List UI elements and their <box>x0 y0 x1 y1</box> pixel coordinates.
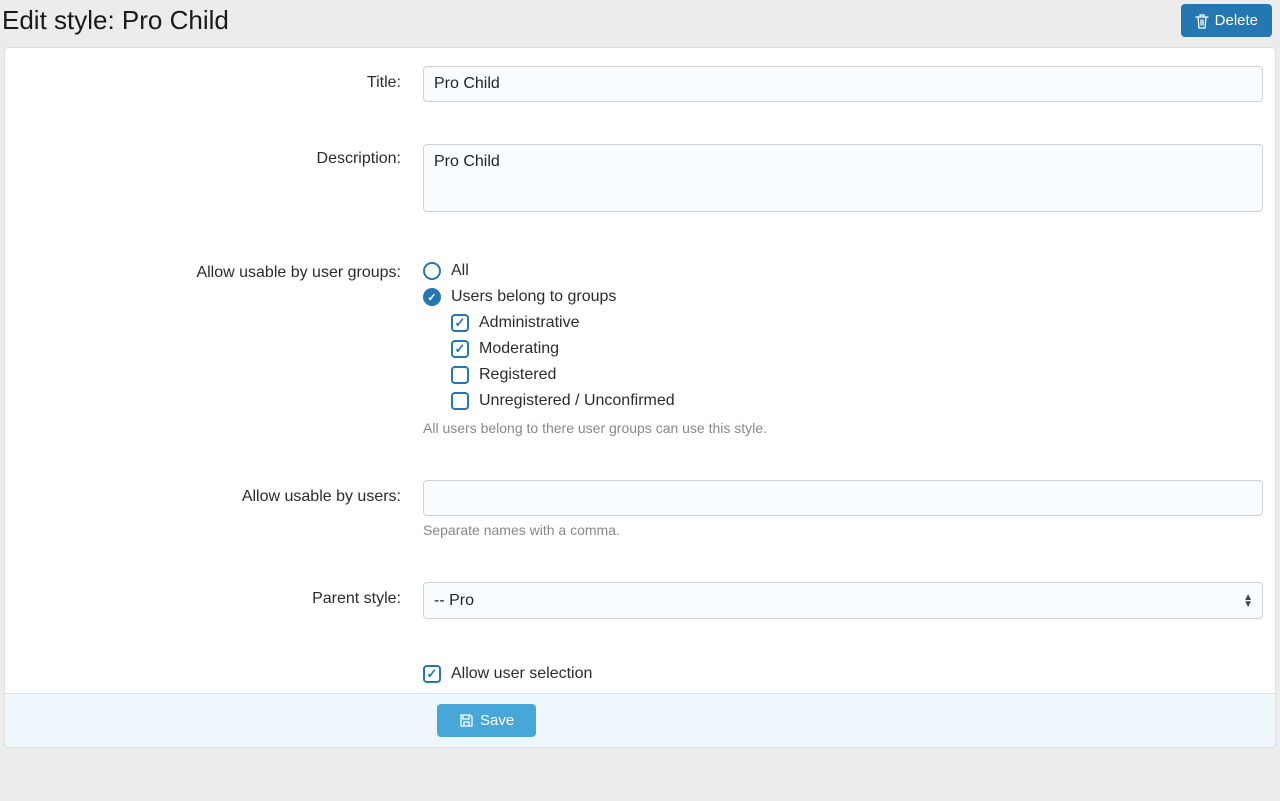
checkbox-moderating-label: Moderating <box>479 340 559 358</box>
radio-unchecked-icon <box>423 262 441 280</box>
radio-checked-icon <box>423 288 441 306</box>
checkbox-administrative[interactable]: Administrative <box>451 310 1263 336</box>
radio-groups-label: Users belong to groups <box>451 288 616 306</box>
radio-all-label: All <box>451 262 469 280</box>
footer-bar: Save <box>5 693 1275 747</box>
usergroups-help: All users belong to there user groups ca… <box>423 414 1263 438</box>
checkbox-registered[interactable]: Registered <box>451 362 1263 388</box>
checkbox-allow-user-selection[interactable]: Allow user selection <box>423 661 1263 687</box>
radio-all[interactable]: All <box>423 258 1263 284</box>
usergroups-label: Allow usable by user groups: <box>15 258 423 282</box>
checkbox-checked-icon <box>423 665 441 683</box>
delete-button[interactable]: Delete <box>1181 4 1272 37</box>
users-label: Allow usable by users: <box>15 480 423 506</box>
trash-icon <box>1195 13 1209 29</box>
parent-style-label: Parent style: <box>15 582 423 608</box>
users-input[interactable] <box>423 480 1263 516</box>
checkbox-moderating[interactable]: Moderating <box>451 336 1263 362</box>
save-icon <box>459 713 474 728</box>
description-label: Description: <box>15 144 423 168</box>
checkbox-unchecked-icon <box>451 392 469 410</box>
checkbox-unregistered[interactable]: Unregistered / Unconfirmed <box>451 388 1263 414</box>
parent-style-select[interactable]: -- Pro <box>423 582 1263 619</box>
title-input[interactable] <box>423 66 1263 102</box>
radio-groups[interactable]: Users belong to groups <box>423 284 1263 310</box>
checkbox-registered-label: Registered <box>479 366 556 384</box>
page-title: Edit style: Pro Child <box>2 5 229 36</box>
form-panel: Title: Description: Allow usable by user… <box>4 47 1276 748</box>
checkbox-checked-icon <box>451 340 469 358</box>
description-textarea[interactable] <box>423 144 1263 212</box>
users-help: Separate names with a comma. <box>423 516 1263 540</box>
save-button[interactable]: Save <box>437 704 536 737</box>
checkbox-unregistered-label: Unregistered / Unconfirmed <box>479 392 675 410</box>
allow-selection-label: Allow user selection <box>451 665 592 683</box>
checkbox-checked-icon <box>451 314 469 332</box>
delete-button-label: Delete <box>1215 12 1258 29</box>
save-button-label: Save <box>480 712 514 729</box>
checkbox-administrative-label: Administrative <box>479 314 579 332</box>
checkbox-unchecked-icon <box>451 366 469 384</box>
title-label: Title: <box>15 66 423 92</box>
